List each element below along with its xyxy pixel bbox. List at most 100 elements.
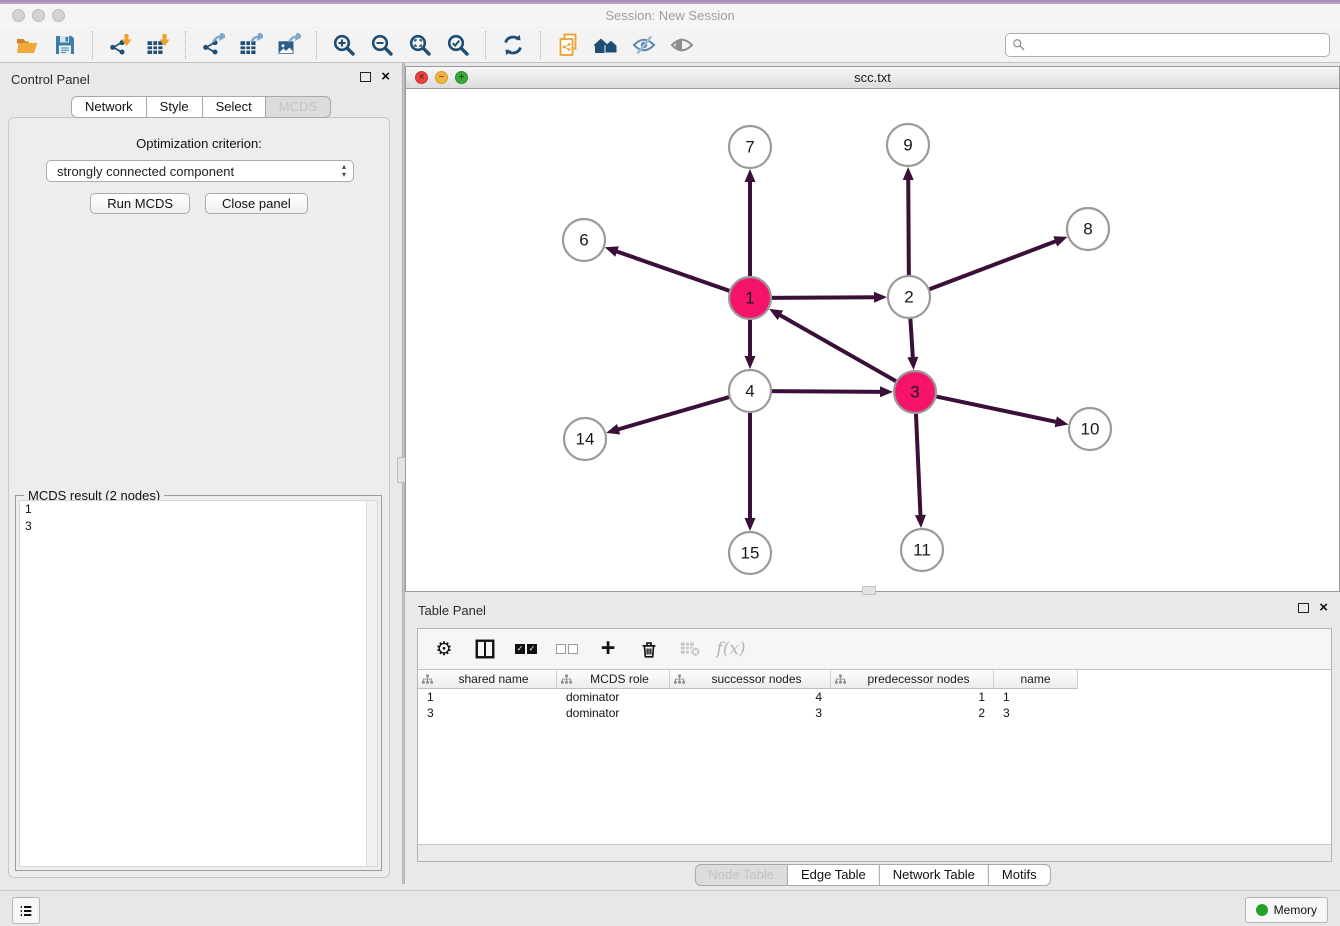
graph-node-8[interactable]: 8: [1067, 208, 1109, 250]
close-table-panel-icon[interactable]: ×: [1319, 602, 1328, 614]
clone-network-icon[interactable]: [555, 32, 581, 58]
table-row[interactable]: 1dominator411: [418, 689, 1331, 705]
graph-arrowhead: [1053, 236, 1067, 246]
result-scrollbar[interactable]: [366, 501, 377, 866]
column-header-name[interactable]: name: [994, 670, 1078, 689]
show-all-icon[interactable]: [669, 32, 695, 58]
save-session-icon[interactable]: [52, 32, 78, 58]
zoom-fit-icon[interactable]: [407, 32, 433, 58]
column-type-icon: [674, 674, 685, 685]
optimization-criterion-label: Optimization criterion:: [9, 136, 389, 151]
tab-style[interactable]: Style: [146, 96, 203, 118]
graph-node-9[interactable]: 9: [887, 124, 929, 166]
table-cell: 3: [994, 706, 1078, 720]
tab-select[interactable]: Select: [202, 96, 266, 118]
tab-mcds[interactable]: MCDS: [265, 96, 331, 118]
svg-text:7: 7: [745, 138, 754, 157]
graph-edge-3-10[interactable]: [934, 396, 1061, 423]
toolbar-group: [316, 31, 485, 59]
close-panel-icon[interactable]: ×: [381, 71, 390, 83]
tab-network-table[interactable]: Network Table: [879, 864, 989, 886]
zoom-out-icon[interactable]: [369, 32, 395, 58]
network-canvas[interactable]: 7 9 6 8 1 2 4 3 14 10 15 11: [406, 89, 1339, 591]
table-settings-icon[interactable]: ⚙: [432, 637, 456, 661]
import-table-icon[interactable]: [145, 32, 171, 58]
graph-edge-4-14[interactable]: [614, 396, 732, 430]
table-header-row: shared nameMCDS rolesuccessor nodesprede…: [418, 670, 1331, 689]
graph-edge-2-9[interactable]: [908, 175, 909, 278]
column-panel-icon[interactable]: [473, 637, 497, 661]
graph-arrowhead: [606, 424, 620, 435]
table-row[interactable]: 3dominator323: [418, 705, 1331, 721]
graph-edge-3-1[interactable]: [776, 313, 898, 383]
tab-node-table[interactable]: Node Table: [694, 864, 788, 886]
graph-node-6[interactable]: 6: [563, 219, 605, 261]
column-header-predecessor-nodes[interactable]: predecessor nodes: [831, 670, 994, 689]
add-column-icon[interactable]: +: [596, 637, 620, 661]
column-header-successor-nodes[interactable]: successor nodes: [670, 670, 831, 689]
open-file-icon[interactable]: [14, 32, 40, 58]
graph-node-15[interactable]: 15: [729, 532, 771, 574]
graph-edge-1-6[interactable]: [612, 250, 732, 292]
column-header-shared-name[interactable]: shared name: [418, 670, 557, 689]
hide-selected-icon[interactable]: [631, 32, 657, 58]
zoom-selected-icon[interactable]: [445, 32, 471, 58]
automation-panel-button[interactable]: [12, 897, 40, 924]
unselect-all-columns-icon[interactable]: [555, 637, 579, 661]
select-all-columns-icon[interactable]: ✓✓: [514, 637, 538, 661]
graph-node-14[interactable]: 14: [564, 418, 606, 460]
criterion-dropdown[interactable]: strongly connected component ▴▾: [46, 160, 354, 182]
svg-text:9: 9: [903, 136, 912, 155]
export-network-icon[interactable]: [200, 32, 226, 58]
toolbar-group: [0, 31, 92, 59]
column-header-MCDS-role[interactable]: MCDS role: [557, 670, 670, 689]
table-horizontal-scrollbar[interactable]: [418, 844, 1331, 861]
criterion-value: strongly connected component: [57, 164, 234, 179]
graph-arrowhead: [1055, 416, 1069, 427]
graph-node-2[interactable]: 2: [888, 276, 930, 318]
import-network-icon[interactable]: [107, 32, 133, 58]
graph-edge-3-11[interactable]: [916, 411, 921, 520]
memory-button[interactable]: Memory: [1245, 897, 1328, 923]
main-toolbar: [0, 27, 1340, 63]
float-panel-icon[interactable]: [360, 72, 371, 82]
table-cell: 2: [831, 706, 994, 720]
zoom-in-icon[interactable]: [331, 32, 357, 58]
graph-edge-2-3[interactable]: [910, 316, 913, 362]
node-table-container: ⚙✓✓+f(x) shared nameMCDS rolesuccessor n…: [417, 628, 1332, 862]
control-panel-tabs: NetworkStyleSelectMCDS: [71, 96, 331, 118]
graph-node-7[interactable]: 7: [729, 126, 771, 168]
table-cell: dominator: [557, 690, 670, 704]
table-cell: 4: [670, 690, 831, 704]
float-table-panel-icon[interactable]: [1298, 603, 1309, 613]
refresh-icon[interactable]: [500, 32, 526, 58]
graph-node-11[interactable]: 11: [901, 529, 943, 571]
home-icon[interactable]: [593, 32, 619, 58]
tab-motifs[interactable]: Motifs: [988, 864, 1051, 886]
svg-text:6: 6: [579, 231, 588, 250]
network-window-titlebar[interactable]: × − + scc.txt: [406, 67, 1339, 89]
mcds-result-list[interactable]: 13: [19, 500, 378, 867]
graph-edge-1-2[interactable]: [769, 297, 879, 298]
graph-node-4[interactable]: 4: [729, 370, 771, 412]
graph-edge-2-8[interactable]: [927, 240, 1060, 291]
tab-network[interactable]: Network: [71, 96, 147, 118]
delete-column-icon[interactable]: [637, 637, 661, 661]
table-toolbar: ⚙✓✓+f(x): [418, 629, 1331, 670]
table-cell: 1: [418, 690, 557, 704]
table-cell: 3: [670, 706, 831, 720]
graph-node-10[interactable]: 10: [1069, 408, 1111, 450]
graph-edge-4-3[interactable]: [769, 391, 885, 392]
close-panel-button[interactable]: Close panel: [205, 193, 308, 214]
delete-table-icon: [678, 637, 702, 661]
graph-node-1[interactable]: 1: [729, 277, 771, 319]
graph-node-3[interactable]: 3: [894, 371, 936, 413]
export-image-icon[interactable]: [276, 32, 302, 58]
svg-text:2: 2: [904, 288, 913, 307]
svg-text:14: 14: [576, 430, 595, 449]
export-table-icon[interactable]: [238, 32, 264, 58]
graph-arrowhead: [907, 357, 918, 370]
run-mcds-button[interactable]: Run MCDS: [90, 193, 190, 214]
tab-edge-table[interactable]: Edge Table: [787, 864, 880, 886]
search-input[interactable]: [1005, 33, 1330, 57]
